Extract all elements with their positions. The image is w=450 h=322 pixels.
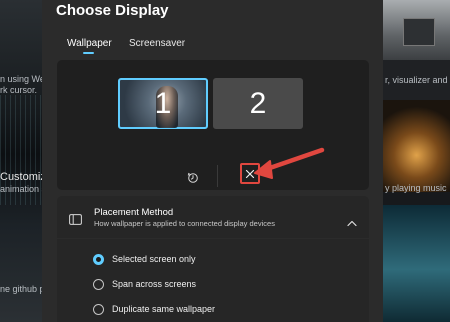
radio-button[interactable]: [93, 303, 104, 315]
close-button[interactable]: [240, 163, 260, 184]
placement-method-options: Selected screen only Span across screens…: [57, 239, 369, 322]
monitor-icon: [69, 210, 82, 229]
placement-method-subtitle: How wallpaper is applied to connected di…: [94, 219, 275, 228]
tab-screensaver[interactable]: Screensaver: [129, 38, 185, 49]
identify-icon: [187, 169, 199, 188]
divider: [217, 165, 218, 187]
dialog-title: Choose Display: [56, 2, 169, 19]
radio-label: Span across screens: [112, 279, 197, 289]
background-text: ne github pa: [0, 284, 42, 294]
placement-method-header[interactable]: Placement Method How wallpaper is applie…: [57, 196, 369, 238]
display-1-button[interactable]: 1: [118, 78, 208, 129]
background-text: r, visualizer and: [385, 75, 448, 85]
display-picker-panel: 1 2: [57, 60, 369, 190]
background-image: [383, 0, 450, 60]
background-text: animation s: [0, 184, 42, 194]
display-1-label: 1: [154, 86, 172, 120]
tab-selected-indicator: [83, 52, 94, 54]
radio-selected-screen-only[interactable]: Selected screen only: [93, 252, 196, 266]
background-text: y playing music: [385, 183, 447, 193]
radio-span-across-screens[interactable]: Span across screens: [93, 277, 196, 291]
chevron-up-icon[interactable]: [347, 212, 357, 231]
display-2-button[interactable]: 2: [213, 78, 303, 129]
background-image: [383, 205, 450, 322]
background-app-right: r, visualizer and y playing music: [383, 0, 450, 322]
background-text: n using Web: [0, 74, 42, 84]
placement-method-title: Placement Method: [94, 207, 174, 218]
background-image: [383, 100, 450, 276]
background-app-left: n using Web rk cursor. Customizati anima…: [0, 0, 42, 322]
radio-duplicate-same-wallpaper[interactable]: Duplicate same wallpaper: [93, 302, 215, 316]
identify-displays-button[interactable]: [185, 170, 201, 186]
display-2-label: 2: [249, 86, 267, 120]
background-text: rk cursor.: [0, 85, 38, 95]
background-text: Customizati: [0, 171, 42, 183]
close-icon: [245, 164, 255, 183]
tab-wallpaper[interactable]: Wallpaper: [67, 38, 112, 49]
choose-display-dialog: Choose Display Wallpaper Screensaver 1 2: [42, 0, 383, 322]
radio-button-checked[interactable]: [93, 253, 104, 265]
radio-label: Duplicate same wallpaper: [112, 304, 216, 314]
radio-button[interactable]: [93, 278, 104, 290]
radio-label: Selected screen only: [112, 254, 196, 264]
